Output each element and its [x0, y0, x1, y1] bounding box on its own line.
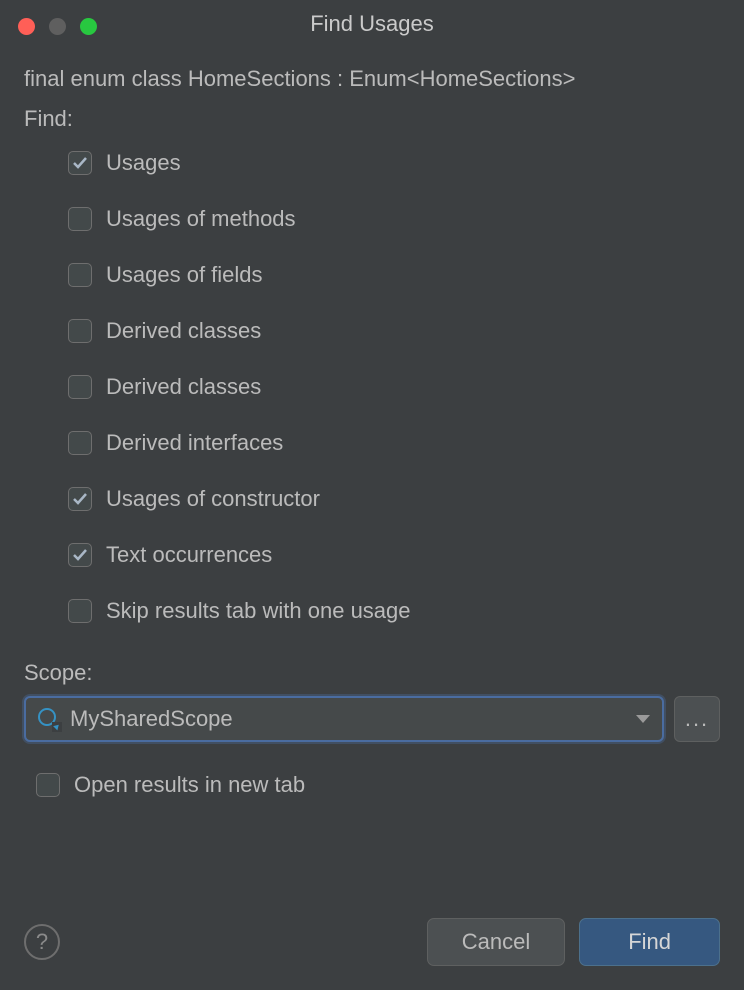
scope-value: MySharedScope — [70, 706, 233, 732]
scope-row: MySharedScope ... — [24, 696, 720, 742]
find-option-checkbox[interactable] — [68, 151, 92, 175]
open-in-new-tab-row: Open results in new tab — [24, 772, 720, 798]
find-option-label: Derived interfaces — [106, 430, 283, 456]
find-option-checkbox[interactable] — [68, 375, 92, 399]
find-option-label: Usages of constructor — [106, 486, 320, 512]
titlebar: Find Usages — [0, 0, 744, 48]
find-option-label: Usages of methods — [106, 206, 296, 232]
find-option-label: Derived classes — [106, 318, 261, 344]
find-option-label: Text occurrences — [106, 542, 272, 568]
scope-icon — [38, 708, 60, 730]
find-option-row: Text occurrences — [68, 542, 720, 568]
find-option-checkbox[interactable] — [68, 543, 92, 567]
dialog-footer: ? Cancel Find — [24, 918, 720, 966]
find-option-label: Usages — [106, 150, 181, 176]
find-options-list: Usages Usages of methods Usages of fields D… — [24, 150, 720, 624]
dialog-content: final enum class HomeSections : Enum<Hom… — [0, 48, 744, 798]
find-option-row: Usages of fields — [68, 262, 720, 288]
find-option-row: Skip results tab with one usage — [68, 598, 720, 624]
find-section-label: Find: — [24, 106, 720, 132]
find-option-checkbox[interactable] — [68, 319, 92, 343]
window-title: Find Usages — [16, 11, 728, 37]
help-button[interactable]: ? — [24, 924, 60, 960]
cancel-button[interactable]: Cancel — [427, 918, 565, 966]
find-option-checkbox[interactable] — [68, 431, 92, 455]
window-controls — [18, 18, 97, 35]
minimize-window-button[interactable] — [49, 18, 66, 35]
scope-dropdown[interactable]: MySharedScope — [24, 696, 664, 742]
find-option-label: Derived classes — [106, 374, 261, 400]
find-option-row: Usages of constructor — [68, 486, 720, 512]
class-signature: final enum class HomeSections : Enum<Hom… — [24, 66, 720, 92]
scope-more-button[interactable]: ... — [674, 696, 720, 742]
find-button[interactable]: Find — [579, 918, 720, 966]
close-window-button[interactable] — [18, 18, 35, 35]
scope-section-label: Scope: — [24, 660, 720, 686]
chevron-down-icon — [636, 715, 650, 723]
maximize-window-button[interactable] — [80, 18, 97, 35]
find-option-checkbox[interactable] — [68, 207, 92, 231]
find-option-checkbox[interactable] — [68, 263, 92, 287]
open-in-new-tab-checkbox[interactable] — [36, 773, 60, 797]
find-option-checkbox[interactable] — [68, 487, 92, 511]
open-in-new-tab-label: Open results in new tab — [74, 772, 305, 798]
find-option-row: Derived classes — [68, 374, 720, 400]
find-option-label: Usages of fields — [106, 262, 263, 288]
find-option-row: Derived interfaces — [68, 430, 720, 456]
find-option-row: Derived classes — [68, 318, 720, 344]
find-option-checkbox[interactable] — [68, 599, 92, 623]
find-option-row: Usages of methods — [68, 206, 720, 232]
find-option-row: Usages — [68, 150, 720, 176]
find-option-label: Skip results tab with one usage — [106, 598, 411, 624]
